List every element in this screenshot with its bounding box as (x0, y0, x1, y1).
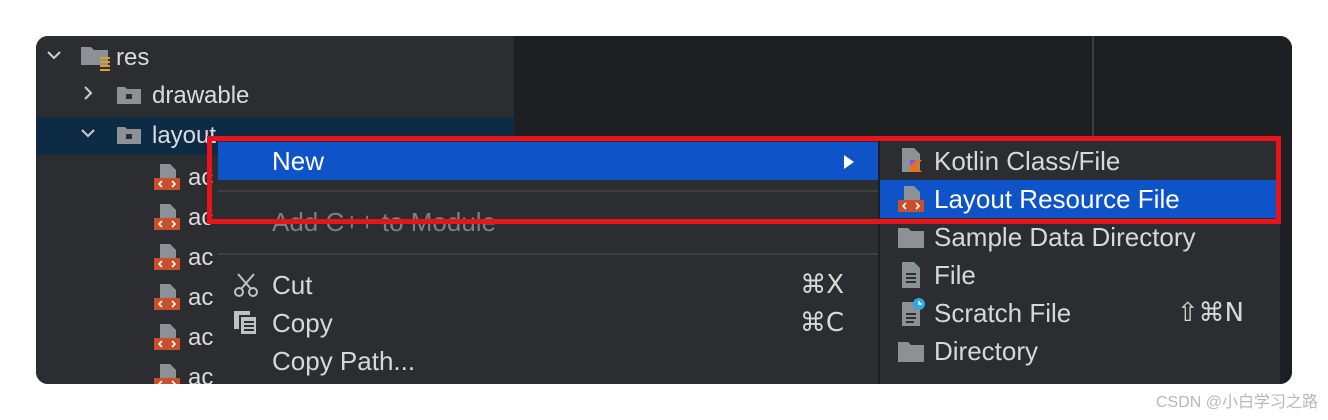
tree-item-label: ac (188, 204, 214, 231)
menu-item-label: Copy Path... (272, 346, 416, 376)
submenu-item-kotlin[interactable]: Kotlin Class/File (880, 142, 1280, 180)
menu-item-copy-path[interactable]: Copy Path... (218, 342, 878, 380)
layout-xml-icon (154, 164, 180, 190)
chevron-right-icon[interactable] (78, 83, 98, 103)
tree-item-label: ac (188, 164, 214, 191)
submenu-item-directory[interactable]: Directory (880, 332, 1280, 370)
menu-item-add-cpp[interactable]: Add C++ to Module (218, 203, 878, 241)
menu-item-label: Cut (272, 270, 313, 300)
layout-xml-icon (154, 364, 180, 384)
submenu-item-file[interactable]: File (880, 256, 1280, 294)
scratch-file-icon (902, 298, 925, 326)
scissors-icon (234, 273, 258, 297)
resources-folder-icon (81, 47, 110, 71)
folder-icon (117, 127, 141, 144)
tree-item-label: ac (188, 244, 214, 271)
tree-item-label: ac (188, 284, 214, 311)
new-submenu: Kotlin Class/File Layout Resource File S… (880, 139, 1280, 384)
submenu-arrow-icon (844, 155, 854, 169)
folder-icon (898, 228, 924, 248)
layout-xml-icon (154, 324, 180, 350)
copy-icon (234, 311, 258, 336)
kotlin-icon (902, 148, 922, 172)
watermark: CSDN @小白学习之路 (1155, 394, 1318, 411)
submenu-item-label: File (934, 260, 976, 290)
menu-item-cut[interactable]: Cut ⌘X (218, 266, 878, 304)
submenu-item-label: Scratch File (934, 298, 1072, 328)
layout-xml-icon (898, 186, 924, 212)
tree-item-label: ac (188, 324, 214, 351)
submenu-item-layout-resource[interactable]: Layout Resource File (880, 180, 1280, 218)
tree-item-drawable[interactable]: drawable (36, 77, 514, 115)
menu-item-new[interactable]: New (218, 142, 878, 180)
menu-separator (218, 190, 878, 192)
layout-xml-icon (154, 284, 180, 310)
file-icon (902, 262, 920, 288)
submenu-item-label: Sample Data Directory (934, 222, 1196, 252)
menu-item-copy[interactable]: Copy ⌘C (218, 304, 878, 342)
submenu-item-label: Layout Resource File (934, 184, 1180, 214)
submenu-item-sample-data[interactable]: Sample Data Directory (880, 218, 1280, 256)
tree-item-label: ac (188, 364, 214, 384)
folder-icon (117, 87, 141, 104)
submenu-item-scratch[interactable]: Scratch File ⇧⌘N (880, 294, 1280, 332)
shortcut-label: ⌘X (800, 270, 844, 300)
tree-item-label: drawable (152, 82, 250, 109)
menu-item-label: Copy (272, 308, 333, 338)
tree-item-res[interactable]: res (36, 39, 514, 77)
context-menu: New Add C++ to Module Cut ⌘X Copy ⌘C Cop… (218, 139, 878, 384)
chevron-down-icon[interactable] (44, 45, 64, 65)
menu-separator (218, 253, 878, 255)
submenu-item-label: Kotlin Class/File (934, 146, 1121, 176)
directory-icon (898, 342, 924, 362)
layout-xml-icon (154, 244, 180, 270)
layout-xml-icon (154, 204, 180, 230)
chevron-down-icon[interactable] (78, 123, 98, 143)
menu-item-label: Add C++ to Module (272, 207, 497, 237)
shortcut-label: ⇧⌘N (1176, 298, 1244, 328)
tree-item-label: res (116, 44, 150, 71)
shortcut-label: ⌘C (799, 308, 844, 338)
tree-item-label: layout (152, 122, 217, 149)
submenu-item-label: Directory (934, 336, 1039, 366)
menu-item-label: New (272, 146, 325, 176)
